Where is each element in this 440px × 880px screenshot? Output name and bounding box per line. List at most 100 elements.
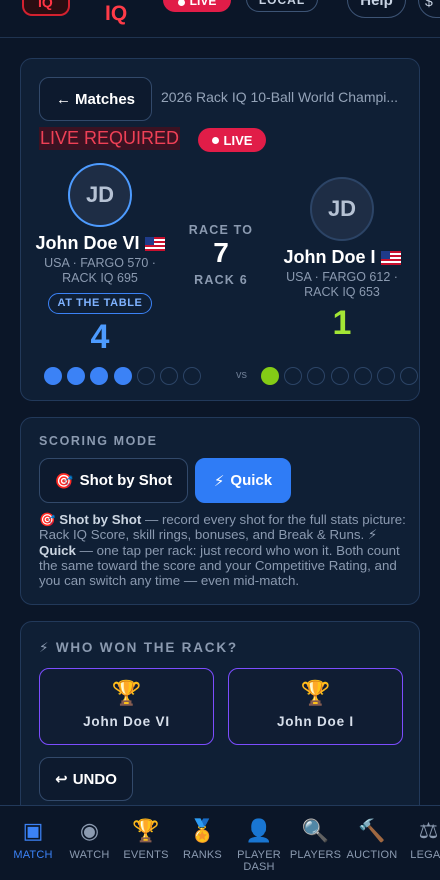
medal-icon: 🏅 — [188, 818, 217, 843]
player-one-avatar: JD — [68, 163, 132, 227]
event-title: 2026 Rack IQ 10-Ball World Champi... — [161, 89, 399, 105]
shot-by-shot-label: Shot by Shot — [79, 472, 173, 489]
vs-label: vs — [236, 369, 247, 381]
nav-item-ranks[interactable]: 🏅 RANKS — [173, 818, 233, 861]
bottom-navigation: ▣ MATCH ◉ WATCH 🏆 EVENTS 🏅 RANKS 👤 PLAYER DASH 🔍 PL… — [0, 805, 440, 880]
nav-item-player-dash[interactable]: 👤 PLAYER DASH — [229, 818, 289, 873]
live-mode-pill[interactable]: LIVE — [163, 0, 231, 12]
who-won-label: ⚡ WHO WON THE RACK? — [39, 640, 238, 655]
live-dot-icon — [211, 136, 219, 144]
player-two-rack-dot — [307, 367, 326, 385]
brand-name: IQ — [105, 2, 128, 25]
undo-button[interactable]: ↩ UNDO — [39, 757, 133, 801]
nav-item-match[interactable]: ▣ MATCH — [3, 818, 63, 861]
player-two-meta: USA · FARGO 612 · RACK IQ 653 — [286, 270, 398, 299]
winner-player-two-button[interactable]: 🏆 John Doe I — [228, 668, 403, 745]
match-icon: ▣ — [22, 818, 44, 843]
player-one-rack-dot — [160, 367, 178, 385]
top-header: IQ IQ LIVE LOCAL Help $ — [0, 0, 440, 38]
nav-item-events[interactable]: 🏆 EVENTS — [116, 818, 176, 861]
winner-option-name: John Doe VI — [83, 714, 170, 729]
player-two-name-row: John Doe I — [267, 247, 417, 268]
desc-shot-title: Shot by Shot — [59, 512, 142, 527]
nav-label: PLAYER DASH — [237, 849, 281, 873]
help-button[interactable]: Help — [347, 0, 406, 18]
nav-label: WATCH — [69, 849, 110, 861]
player-two-rack-dot — [353, 367, 372, 385]
target-icon: 🎯 — [54, 472, 74, 490]
player-one-rack-dot — [90, 367, 109, 385]
undo-label: UNDO — [72, 770, 117, 788]
quick-mode-label: Quick — [230, 472, 273, 489]
at-the-table-badge: AT THE TABLE — [48, 293, 152, 314]
nav-label: RANKS — [183, 849, 222, 861]
live-dot-icon — [177, 0, 185, 6]
us-flag-icon — [144, 236, 165, 251]
player-one-name: John Doe VI — [35, 233, 140, 253]
scales-icon: ⚖ — [418, 818, 439, 843]
player-one-name-row: John Doe VI — [25, 233, 175, 254]
player-two-rack-dot — [284, 367, 303, 385]
trophy-icon: 🏆 — [111, 680, 142, 707]
current-rack-label: RACK 6 — [194, 273, 248, 287]
trophy-icon: 🏆 — [132, 818, 160, 843]
nav-item-auction[interactable]: 🔨 AUCTION — [342, 818, 402, 861]
nav-item-players[interactable]: 🔍 PLAYERS — [286, 818, 346, 861]
local-mode-pill[interactable]: LOCAL — [246, 0, 318, 12]
undo-icon: ↩ — [55, 771, 68, 788]
race-to-value: 7 — [213, 237, 229, 268]
logo-text: IQ — [38, 0, 53, 10]
nav-label: MATCH — [13, 849, 53, 861]
person-icon: 👤 — [245, 818, 273, 843]
us-flag-icon — [380, 250, 401, 265]
player-one-rack-dot — [67, 367, 86, 385]
app-logo[interactable]: IQ — [22, 0, 70, 16]
player-one-score: 4 — [90, 318, 110, 356]
player-two-rack-dot — [330, 367, 349, 385]
nav-item-legal[interactable]: ⚖ LEGAL — [399, 818, 440, 861]
player-two-panel: JD John Doe I USA · FARGO 612 · RACK IQ … — [267, 177, 417, 343]
player-two-rack-dot — [377, 367, 395, 385]
desc-quick-text: — one tap per rack: just record who won … — [39, 542, 400, 589]
player-one-rack-dot — [183, 367, 202, 385]
nav-label: EVENTS — [123, 849, 169, 861]
match-card: ← Matches 2026 Rack IQ 10-Ball World Cha… — [20, 58, 420, 401]
player-one-rack-dot — [136, 367, 155, 385]
lightning-icon: ⚡ — [39, 640, 51, 655]
quick-mode-button[interactable]: ⚡ Quick — [195, 458, 291, 503]
search-icon: 🔍 — [301, 818, 330, 843]
lightning-icon: ⚡ — [213, 472, 225, 490]
target-icon: 🎯 — [39, 512, 56, 527]
trophy-icon: 🏆 — [300, 680, 331, 707]
player-two-avatar: JD — [310, 177, 374, 241]
nav-label: LEGAL — [410, 849, 440, 861]
player-two-score: 1 — [332, 304, 352, 342]
player-one-meta: USA · FARGO 570 · RACK IQ 695 — [44, 256, 156, 285]
live-badge: LIVE — [198, 128, 266, 152]
nav-label: PLAYERS — [289, 849, 342, 861]
rack-winner-card: ⚡ WHO WON THE RACK? 🏆 John Doe VI 🏆 John… — [20, 621, 420, 821]
currency-button[interactable]: $ — [418, 0, 440, 18]
winner-option-name: John Doe I — [276, 714, 354, 729]
player-two-rack-dot — [261, 367, 279, 385]
player-two-name: John Doe I — [283, 247, 376, 267]
watch-icon: ◉ — [79, 818, 100, 843]
race-info: RACE TO 7 RACK 6 — [171, 223, 271, 287]
scoring-mode-description: 🎯 Shot by Shot — record every shot for t… — [39, 512, 407, 588]
lightning-icon: ⚡ — [367, 527, 378, 543]
rack-progress-dots: vs — [44, 367, 419, 385]
player-two-rack-dot — [400, 367, 419, 385]
winner-player-one-button[interactable]: 🏆 John Doe VI — [39, 668, 214, 745]
gavel-icon: 🔨 — [358, 818, 386, 843]
back-to-matches-button[interactable]: ← Matches — [39, 77, 152, 121]
desc-quick-title: Quick — [39, 542, 76, 558]
nav-label: AUCTION — [346, 849, 398, 861]
shot-by-shot-button[interactable]: 🎯 Shot by Shot — [39, 458, 188, 503]
back-arrow-icon: ← — [55, 90, 71, 108]
back-button-label: Matches — [74, 90, 136, 108]
scoring-mode-label: SCORING MODE — [39, 434, 158, 448]
scoring-mode-card: SCORING MODE 🎯 Shot by Shot ⚡ Quick 🎯 Sh… — [20, 417, 420, 605]
nav-item-watch[interactable]: ◉ WATCH — [60, 818, 120, 861]
race-to-label: RACE TO — [188, 223, 254, 237]
player-one-rack-dot — [113, 367, 132, 385]
